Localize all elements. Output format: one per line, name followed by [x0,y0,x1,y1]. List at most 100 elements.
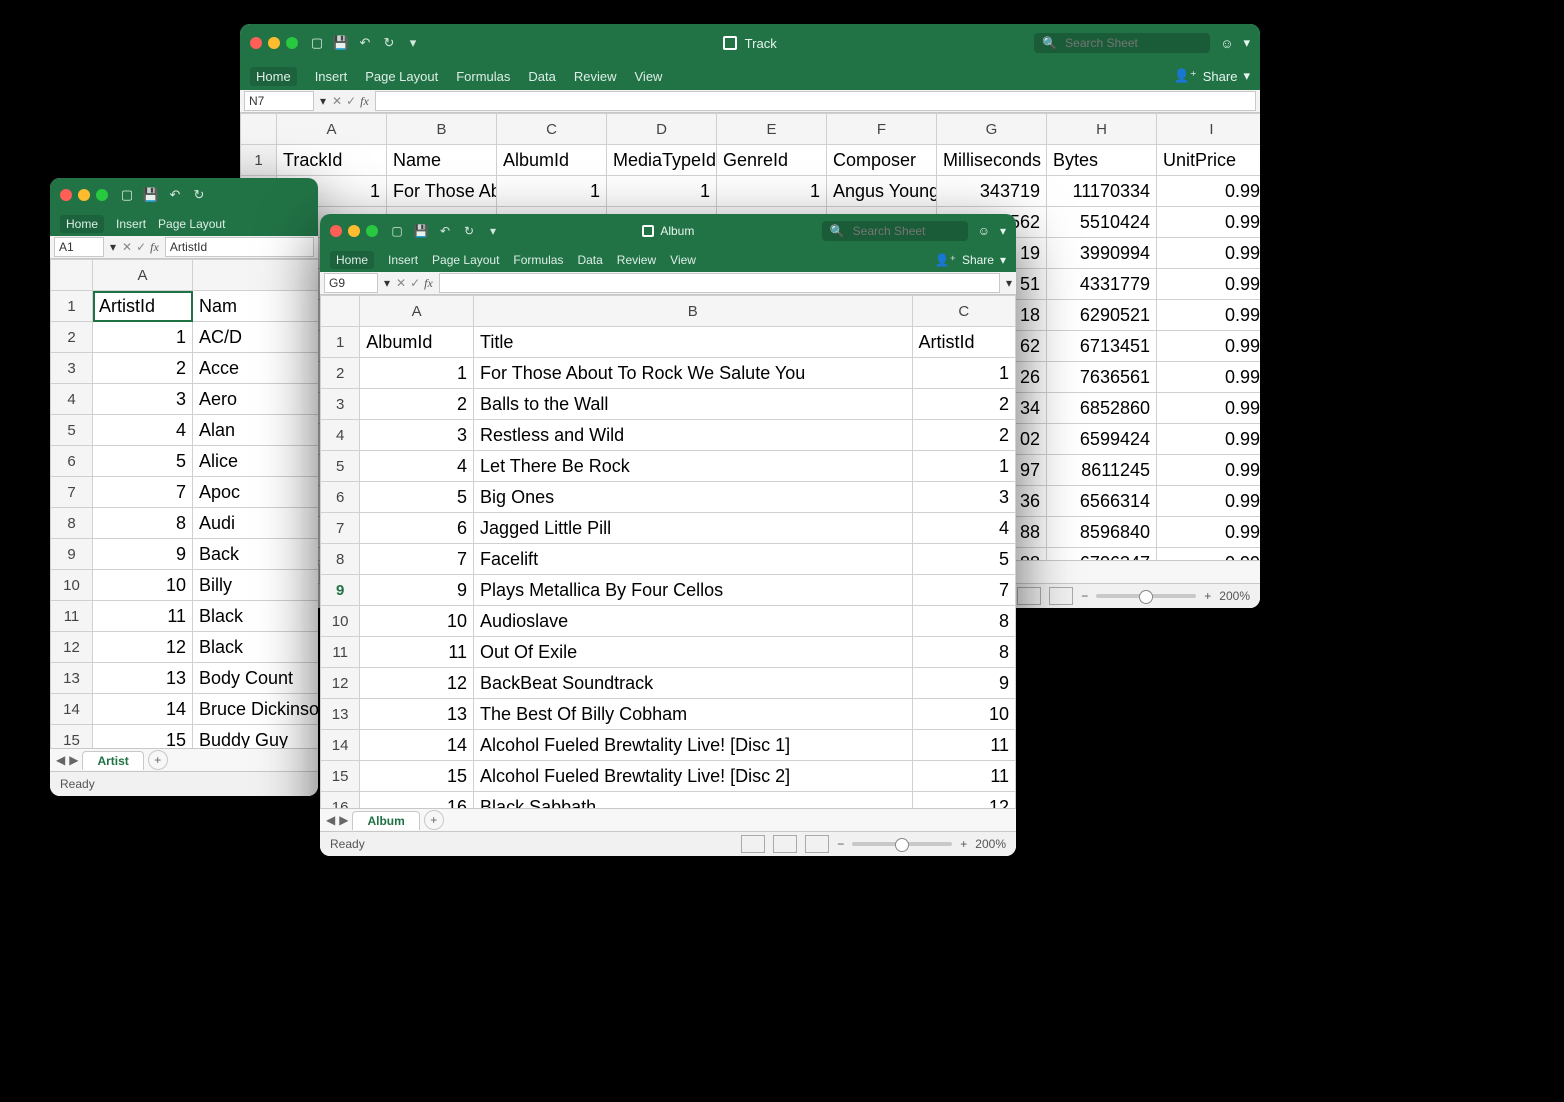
col-header[interactable]: D [607,114,717,145]
tab-review[interactable]: Review [617,253,656,267]
view-break-icon[interactable] [1049,587,1073,605]
cell[interactable]: Alice [193,446,319,477]
save-icon-2[interactable]: ▢ [120,188,134,202]
save-icon[interactable]: 💾 [414,224,428,238]
cell[interactable]: ArtistId [912,327,1015,358]
cell[interactable]: 10 [93,570,193,601]
col-header[interactable]: F [827,114,937,145]
search-sheet[interactable]: 🔍 [1034,33,1210,53]
cell[interactable]: 0.99 [1157,455,1261,486]
save-icon-2[interactable]: ▢ [310,36,324,50]
cell[interactable]: For Those Ab [387,176,497,207]
row-header[interactable]: 11 [51,601,93,632]
tab-page-layout[interactable]: Page Layout [432,253,499,267]
cell[interactable]: Apoc [193,477,319,508]
cell[interactable]: 0.99 [1157,207,1261,238]
cell[interactable]: 5 [912,544,1015,575]
row-header[interactable]: 2 [51,322,93,353]
row-header[interactable]: 12 [51,632,93,663]
close-icon[interactable] [250,37,262,49]
col-header[interactable]: C [497,114,607,145]
col-header[interactable] [193,260,319,291]
cell[interactable]: 3990994 [1047,238,1157,269]
row-header[interactable]: 3 [321,389,360,420]
row-header[interactable]: 5 [321,451,360,482]
fx-icon[interactable]: fx [150,240,159,255]
tab-data[interactable]: Data [528,69,555,84]
share-button[interactable]: 👤⁺ Share ▾ [935,253,1006,267]
cell[interactable]: Audioslave [474,606,913,637]
view-page-icon[interactable] [1017,587,1041,605]
sheet-tab-artist[interactable]: Artist [82,751,143,770]
tab-next-icon[interactable]: ▶ [69,753,78,767]
cell[interactable]: Buddy Guy [193,725,319,749]
cell[interactable]: 11170334 [1047,176,1157,207]
cell[interactable]: 13 [93,663,193,694]
confirm-icon[interactable]: ✓ [346,94,356,109]
row-header[interactable]: 12 [321,668,360,699]
cell[interactable]: 0.99 [1157,548,1261,561]
fx-icon[interactable]: fx [360,94,369,109]
cell[interactable]: 1 [497,176,607,207]
undo-icon[interactable]: ↶ [168,188,182,202]
row-header[interactable]: 1 [321,327,360,358]
row-header[interactable]: 2 [321,358,360,389]
cell[interactable]: 6599424 [1047,424,1157,455]
cell[interactable]: AlbumId [497,145,607,176]
save-icon[interactable]: 💾 [334,36,348,50]
cell[interactable]: 16 [360,792,474,809]
cell[interactable]: 15 [360,761,474,792]
cancel-icon[interactable]: ✕ [122,240,132,255]
row-header[interactable]: 15 [51,725,93,749]
cell[interactable]: 7 [912,575,1015,606]
chevron-down-icon[interactable]: ▾ [1243,35,1250,51]
minimize-icon[interactable] [268,37,280,49]
col-header[interactable]: I [1157,114,1261,145]
sheet-tab-album[interactable]: Album [352,811,419,830]
cell[interactable]: MediaTypeId [607,145,717,176]
tab-data[interactable]: Data [577,253,602,267]
row-header[interactable]: 7 [321,513,360,544]
row-header[interactable]: 16 [321,792,360,809]
col-header[interactable]: C [912,296,1015,327]
cell[interactable]: 2 [360,389,474,420]
cell[interactable]: 4 [360,451,474,482]
cell[interactable]: TrackId [277,145,387,176]
tab-view[interactable]: View [635,69,663,84]
cell[interactable]: 8 [912,606,1015,637]
cancel-icon[interactable]: ✕ [332,94,342,109]
row-header[interactable]: 1 [51,291,93,322]
cell[interactable]: 2 [912,389,1015,420]
row-header[interactable]: 14 [321,730,360,761]
cell[interactable]: The Best Of Billy Cobham [474,699,913,730]
row-header[interactable]: 5 [51,415,93,446]
cell[interactable]: Alan [193,415,319,446]
traffic-lights[interactable] [60,189,108,201]
tab-home[interactable]: Home [330,251,374,269]
smile-icon[interactable]: ☺ [1220,36,1233,51]
cell[interactable]: Black Sabbath [474,792,913,809]
spreadsheet-artist[interactable]: A 1ArtistIdNam21AC/D32Acce43Aero54Alan65… [50,259,318,748]
cell[interactable]: For Those About To Rock We Salute You [474,358,913,389]
row-header[interactable]: 10 [321,606,360,637]
tab-view[interactable]: View [670,253,696,267]
cell[interactable]: Title [474,327,913,358]
row-header[interactable]: 4 [321,420,360,451]
share-button[interactable]: 👤⁺ Share ▾ [1174,68,1250,84]
cell[interactable]: BackBeat Soundtrack [474,668,913,699]
row-header[interactable]: 6 [321,482,360,513]
cell[interactable]: Black [193,601,319,632]
cell[interactable]: GenreId [717,145,827,176]
confirm-icon[interactable]: ✓ [136,240,146,255]
cell[interactable]: 3 [912,482,1015,513]
tab-home[interactable]: Home [60,215,104,233]
cell[interactable]: Restless and Wild [474,420,913,451]
traffic-lights[interactable] [330,225,378,237]
col-header[interactable]: A [277,114,387,145]
cell[interactable]: Alcohol Fueled Brewtality Live! [Disc 1] [474,730,913,761]
name-box[interactable]: A1 [54,237,104,257]
tab-next-icon[interactable]: ▶ [339,813,348,827]
search-input[interactable] [851,223,945,239]
cell[interactable]: UnitPrice [1157,145,1261,176]
maximize-icon[interactable] [96,189,108,201]
